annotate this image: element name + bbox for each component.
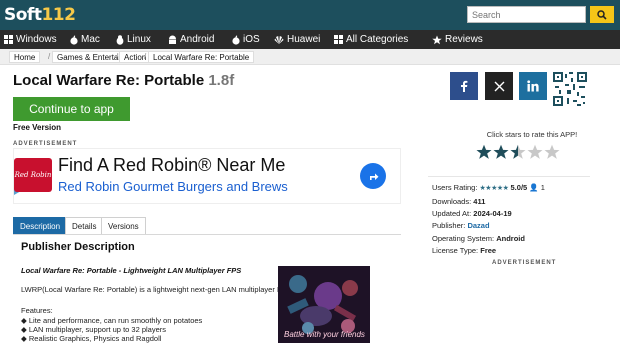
facebook-share-button[interactable] bbox=[450, 72, 478, 100]
ad-headline[interactable]: Find A Red Robin® Near Me bbox=[58, 155, 285, 176]
main-nav: Windows Mac Linux Android iOS Huawei All… bbox=[0, 30, 620, 49]
breadcrumb-subcategory[interactable]: Action bbox=[119, 51, 152, 63]
site-logo[interactable]: Soft112 bbox=[4, 3, 76, 27]
breadcrumb-separator: / bbox=[48, 52, 51, 61]
description-paragraph: LWRP(Local Warfare Re: Portable) is a li… bbox=[21, 285, 294, 294]
breadcrumb-current: Local Warfare Re: Portable bbox=[148, 51, 255, 63]
star-half-icon[interactable] bbox=[510, 144, 526, 160]
nav-android[interactable]: Android bbox=[168, 30, 214, 49]
nav-huawei[interactable]: Huawei bbox=[274, 30, 320, 49]
rate-prompt: Click stars to rate this APP! bbox=[486, 130, 578, 139]
nav-windows[interactable]: Windows bbox=[4, 30, 57, 49]
search-input[interactable] bbox=[467, 6, 586, 23]
breadcrumb: Home / Games & Entertainment / Action / … bbox=[0, 49, 620, 65]
rating-stars[interactable] bbox=[476, 144, 560, 162]
ad-subline[interactable]: Red Robin Gourmet Burgers and Brews bbox=[58, 179, 288, 194]
grid-icon bbox=[334, 35, 343, 44]
tab-details[interactable]: Details bbox=[65, 217, 104, 235]
nav-mac[interactable]: Mac bbox=[70, 30, 100, 49]
description-lead: Local Warfare Re: Portable - Lightweight… bbox=[21, 266, 242, 275]
tab-description[interactable]: Description bbox=[13, 217, 68, 235]
users-rating-stars: ★★★★★ bbox=[479, 185, 509, 192]
star-empty-icon[interactable] bbox=[544, 144, 560, 160]
breadcrumb-home[interactable]: Home bbox=[9, 51, 41, 63]
license-row: License Type: Free bbox=[432, 246, 497, 255]
publisher-description-heading: Publisher Description bbox=[21, 241, 135, 253]
breadcrumb-separator: / bbox=[116, 52, 119, 61]
windows-icon bbox=[4, 35, 13, 44]
os-row: Operating System: Android bbox=[432, 234, 525, 243]
star-icon[interactable] bbox=[493, 144, 509, 160]
features-heading: Features: bbox=[21, 306, 53, 315]
linkedin-icon bbox=[527, 80, 539, 92]
users-rating-row: Users Rating: ★★★★★ 5.0/5 👤 1 bbox=[432, 183, 545, 192]
license-line: Free Version bbox=[13, 123, 62, 132]
app-version: 1.8f bbox=[208, 72, 235, 89]
updated-row: Updated At: 2024-04-19 bbox=[432, 209, 512, 218]
breadcrumb-separator: / bbox=[144, 52, 147, 61]
apple-icon bbox=[232, 34, 240, 45]
star-icon[interactable] bbox=[476, 144, 492, 160]
ad-label: ADVERTISEMENT bbox=[13, 141, 78, 147]
ad-brand-logo[interactable]: Red Robin bbox=[14, 158, 52, 192]
feature-item: ◆ Realistic Graphics, Physics and Ragdol… bbox=[21, 334, 162, 343]
nav-all-categories[interactable]: All Categories bbox=[334, 30, 408, 49]
nav-linux[interactable]: Linux bbox=[116, 30, 151, 49]
apple-icon bbox=[70, 34, 78, 45]
publisher-link[interactable]: Dazad bbox=[467, 221, 489, 230]
x-share-button[interactable] bbox=[485, 72, 513, 100]
site-header: Soft112 bbox=[0, 0, 620, 30]
x-icon bbox=[494, 81, 504, 91]
continue-to-app-button[interactable]: Continue to app bbox=[13, 97, 130, 121]
ad-label: ADVERTISEMENT bbox=[492, 260, 557, 266]
user-icon: 👤 bbox=[529, 183, 539, 192]
nav-ios[interactable]: iOS bbox=[232, 30, 260, 49]
qr-code bbox=[553, 72, 587, 106]
nav-reviews[interactable]: Reviews bbox=[432, 30, 483, 49]
feature-item: ◆ LAN multiplayer, support up to 32 play… bbox=[21, 325, 167, 334]
app-screenshot[interactable]: Battle with your friends bbox=[278, 266, 370, 343]
directions-icon bbox=[369, 173, 378, 180]
linkedin-share-button[interactable] bbox=[519, 72, 547, 100]
huawei-icon bbox=[274, 35, 284, 44]
ad-banner[interactable]: Find A Red Robin® Near Me Red Robin Gour… bbox=[13, 148, 401, 204]
search-icon bbox=[597, 9, 607, 20]
downloads-row: Downloads: 411 bbox=[432, 197, 486, 206]
facebook-icon bbox=[461, 80, 468, 92]
star-empty-icon[interactable] bbox=[527, 144, 543, 160]
search-button[interactable] bbox=[590, 6, 614, 23]
ad-directions-button[interactable] bbox=[360, 163, 386, 189]
android-icon bbox=[169, 35, 176, 44]
publisher-row: Publisher: Dazad bbox=[432, 221, 490, 230]
screenshot-caption: Battle with your friends bbox=[284, 330, 365, 339]
sidebar-divider bbox=[428, 176, 590, 177]
feature-item: ◆ Lite and performance, can run smoothly… bbox=[21, 316, 203, 325]
linux-icon bbox=[116, 34, 124, 45]
page-title: Local Warfare Re: Portable 1.8f bbox=[13, 72, 235, 89]
star-icon bbox=[432, 35, 442, 44]
tab-versions[interactable]: Versions bbox=[101, 217, 146, 235]
